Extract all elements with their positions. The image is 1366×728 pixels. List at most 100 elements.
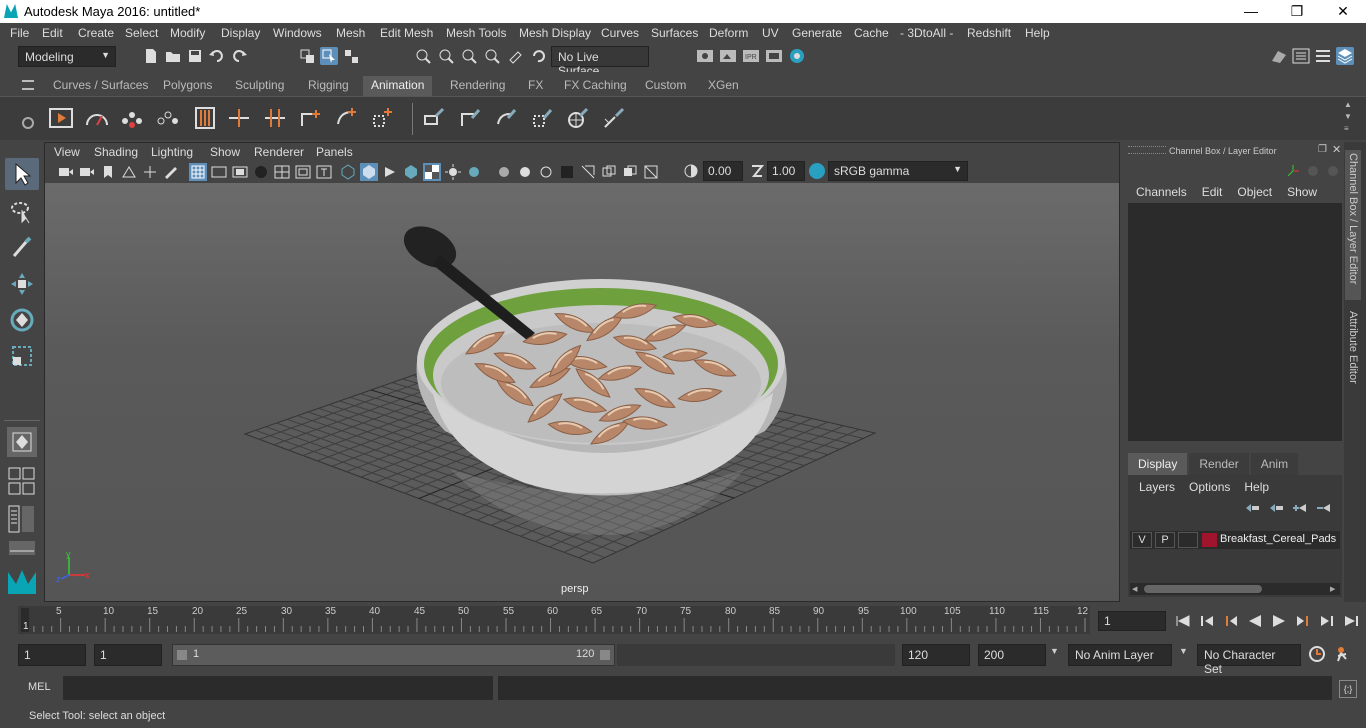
channel-list[interactable]: [1128, 203, 1342, 441]
safe-action-icon[interactable]: [294, 163, 312, 181]
four-view-layout-icon[interactable]: [8, 467, 36, 497]
snap-curve-icon[interactable]: [437, 47, 455, 65]
step-back-frame-icon[interactable]: [1198, 612, 1216, 630]
character-set-chevron-icon[interactable]: ▼: [1179, 646, 1188, 656]
gamma-field[interactable]: 1.00: [767, 161, 805, 181]
depth-of-field-icon[interactable]: [537, 163, 555, 181]
shelf-menu-icon[interactable]: [22, 80, 34, 90]
persp-outliner-layout-icon[interactable]: [8, 505, 36, 535]
panel-menu-renderer[interactable]: Renderer: [254, 145, 304, 159]
menu-modify[interactable]: Modify: [170, 26, 205, 40]
film-gate-icon[interactable]: [210, 163, 228, 181]
tab-sculpting[interactable]: Sculpting: [227, 76, 292, 96]
panel-menu-view[interactable]: View: [54, 145, 80, 159]
single-perspective-layout-icon[interactable]: [7, 427, 37, 457]
anim-layer-dropdown[interactable]: No Anim Layer: [1068, 644, 1172, 666]
tab-render[interactable]: Render: [1189, 453, 1249, 475]
step-back-key-icon[interactable]: [1222, 612, 1240, 630]
layer-display-type-toggle[interactable]: [1178, 532, 1198, 548]
menu-edit-mesh[interactable]: Edit Mesh: [380, 26, 433, 40]
color-management-icon[interactable]: [809, 163, 825, 179]
menu-display[interactable]: Display: [221, 26, 260, 40]
viewport-3d[interactable]: y x z persp: [45, 183, 1119, 601]
open-scene-icon[interactable]: [164, 47, 182, 65]
move-tool-icon[interactable]: [5, 268, 39, 300]
render-frame-icon[interactable]: [719, 47, 737, 65]
select-camera-icon[interactable]: [57, 163, 75, 181]
script-editor-icon[interactable]: {;}: [1339, 680, 1357, 698]
panel-menu-lighting[interactable]: Lighting: [151, 145, 193, 159]
lock-camera-icon[interactable]: [78, 163, 96, 181]
show-menu[interactable]: Show: [1287, 185, 1317, 199]
menu-deform[interactable]: Deform: [709, 26, 748, 40]
channel-box-toggle-icon[interactable]: [1336, 47, 1354, 65]
manipulator-icon[interactable]: [1286, 164, 1300, 181]
exposure-field[interactable]: 0.00: [703, 161, 743, 181]
wireframe-on-shaded-icon[interactable]: [381, 163, 399, 181]
move-layer-down-icon[interactable]: [1268, 502, 1284, 517]
timeline-bookmark-icon[interactable]: [192, 105, 218, 131]
color-space-dropdown[interactable]: sRGB gamma ▼: [828, 161, 968, 181]
mel-input[interactable]: [63, 676, 493, 700]
layers-menu[interactable]: Layers: [1139, 480, 1175, 494]
menu-mesh[interactable]: Mesh: [336, 26, 365, 40]
render-settings-icon[interactable]: [696, 47, 714, 65]
move-layer-up-icon[interactable]: [1244, 502, 1260, 517]
tab-custom[interactable]: Custom: [637, 76, 694, 96]
snap-point-icon[interactable]: [460, 47, 478, 65]
safe-title-icon[interactable]: [315, 163, 333, 181]
options-menu[interactable]: Options: [1189, 480, 1230, 494]
menu-help[interactable]: Help: [1025, 26, 1050, 40]
use-all-lights-icon[interactable]: [423, 163, 441, 181]
mel-label[interactable]: MEL: [28, 681, 51, 693]
menu-mesh-display[interactable]: Mesh Display: [519, 26, 591, 40]
scroll-left-icon[interactable]: ◀: [1132, 585, 1137, 593]
image-plane-icon[interactable]: [120, 163, 138, 181]
layer-visibility-toggle[interactable]: V: [1132, 532, 1152, 548]
anti-aliasing-icon[interactable]: [516, 163, 534, 181]
toggle-hud-icon[interactable]: [642, 163, 660, 181]
layer-color-swatch[interactable]: [1202, 533, 1217, 547]
tab-fx-caching[interactable]: FX Caching: [556, 76, 635, 96]
channel-box-speed-icon[interactable]: [1306, 164, 1320, 181]
tab-curves-surfaces[interactable]: Curves / Surfaces: [45, 76, 156, 96]
aim-constraint-link-icon[interactable]: [602, 105, 628, 131]
layer-name[interactable]: Breakfast_Cereal_Pads: [1220, 533, 1338, 545]
minimize-button[interactable]: —: [1228, 0, 1274, 23]
mode-selector[interactable]: Modeling ▼: [18, 46, 116, 67]
layer-scrollbar-thumb[interactable]: [1144, 585, 1262, 593]
menu-file[interactable]: File: [10, 26, 29, 40]
undo-icon[interactable]: [208, 47, 226, 65]
channels-menu[interactable]: Channels: [1136, 185, 1187, 199]
close-button[interactable]: ✕: [1320, 0, 1366, 23]
grid-toggle-icon[interactable]: [189, 163, 207, 181]
grease-pencil-icon[interactable]: [162, 163, 180, 181]
animation-end-field[interactable]: 200: [978, 644, 1046, 666]
pole-vector-constraint-icon[interactable]: [566, 105, 592, 131]
tab-animation[interactable]: Animation: [363, 76, 433, 96]
edit-menu[interactable]: Edit: [1202, 185, 1223, 199]
panel-menu-panels[interactable]: Panels: [316, 145, 353, 159]
range-slider-end-handle[interactable]: [600, 650, 610, 660]
tab-fx[interactable]: FX: [520, 76, 551, 96]
play-backwards-icon[interactable]: [1246, 612, 1264, 630]
current-frame-field[interactable]: 1: [1098, 611, 1166, 631]
resolution-gate-icon[interactable]: [231, 163, 249, 181]
side-tab-channel-box[interactable]: Channel Box / Layer Editor: [1345, 150, 1361, 300]
menu-redshift[interactable]: Redshift: [967, 26, 1011, 40]
scroll-up-icon[interactable]: ▲: [1344, 99, 1360, 111]
smooth-shade-icon[interactable]: [360, 163, 378, 181]
orient-constraint-link-icon[interactable]: [494, 105, 520, 131]
tab-display[interactable]: Display: [1128, 453, 1188, 475]
wireframe-icon[interactable]: [339, 163, 357, 181]
constraint-scale-icon[interactable]: [370, 105, 396, 131]
panel-menu-shading[interactable]: Shading: [94, 145, 138, 159]
select-component-icon[interactable]: [342, 47, 360, 65]
constraint-point-icon[interactable]: [298, 105, 324, 131]
symmetry-icon[interactable]: [529, 47, 547, 65]
playblast-icon[interactable]: [48, 105, 74, 131]
parent-constraint-icon[interactable]: [422, 105, 448, 131]
motion-trail-icon[interactable]: [120, 105, 146, 131]
isolate-select-icon[interactable]: [558, 163, 576, 181]
layer-row[interactable]: V P Breakfast_Cereal_Pads: [1130, 531, 1340, 549]
